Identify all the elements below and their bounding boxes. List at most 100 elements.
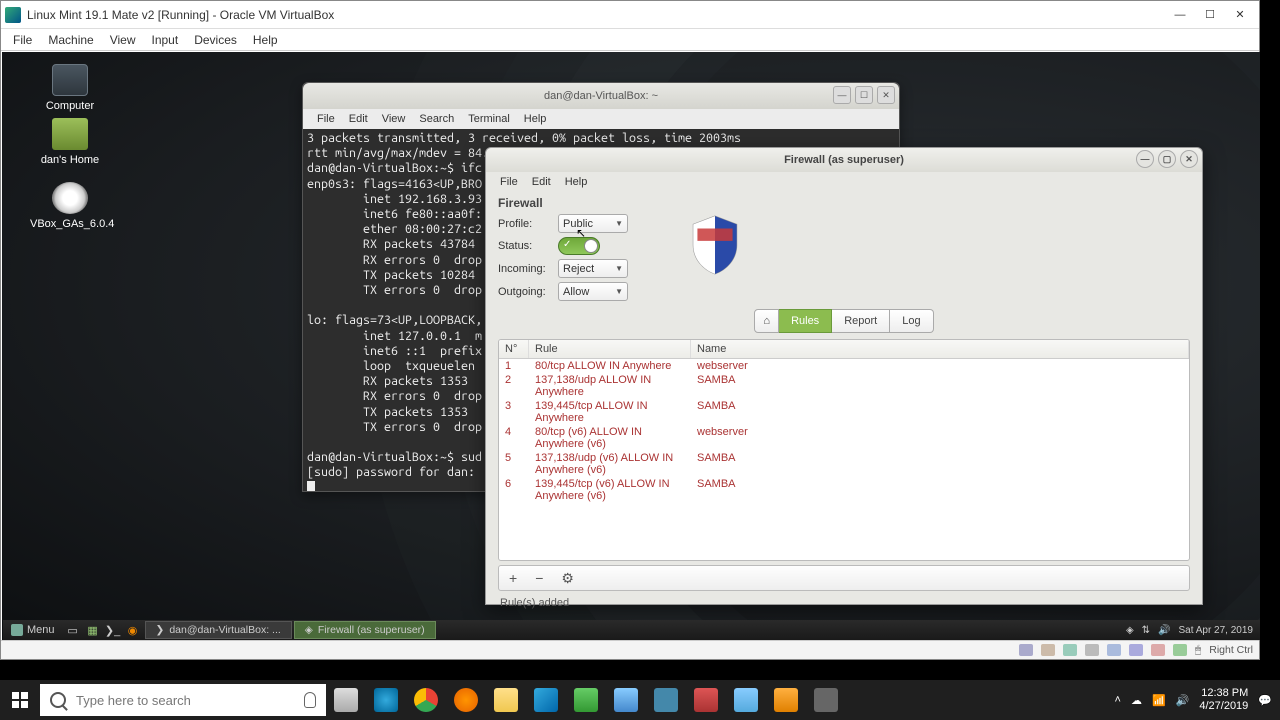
tray-clock[interactable]: Sat Apr 27, 2019 <box>1178 625 1253 636</box>
app-launcher[interactable] <box>686 680 726 720</box>
task-view-button[interactable] <box>326 680 366 720</box>
windows-start-button[interactable] <box>0 680 40 720</box>
desktop-icon-computer[interactable]: Computer <box>30 64 110 112</box>
vbox-menu-machine[interactable]: Machine <box>42 31 99 49</box>
vbox-recording-icon[interactable] <box>1151 644 1165 656</box>
tab-report[interactable]: Report <box>832 309 890 333</box>
terminal-titlebar[interactable]: dan@dan-VirtualBox: ~ — ☐ ✕ <box>303 83 899 109</box>
firewall-minimize-button[interactable]: — <box>1136 150 1154 168</box>
edge-launcher[interactable] <box>366 680 406 720</box>
taskbar-item-terminal[interactable]: ❯dan@dan-VirtualBox: ... <box>145 621 292 639</box>
tray-chevron-up-icon[interactable]: ˄ <box>1115 694 1121 706</box>
tray-network-icon[interactable]: 📶 <box>1152 694 1166 707</box>
table-row[interactable]: 480/tcp (v6) ALLOW IN Anywhere (v6)webse… <box>499 425 1189 451</box>
fw-menu-file[interactable]: File <box>494 174 524 190</box>
vbox-maximize-button[interactable]: ☐ <box>1195 5 1225 25</box>
vbox-display-icon[interactable] <box>1129 644 1143 656</box>
firewall-window: Firewall (as superuser) — ▢ ✕ File Edit … <box>485 147 1203 605</box>
tray-shield-icon[interactable]: ◈ <box>1126 625 1134 636</box>
chrome-launcher[interactable] <box>406 680 446 720</box>
term-menu-terminal[interactable]: Terminal <box>462 111 516 127</box>
linux-system-tray: ◈ ⇅ 🔊 Sat Apr 27, 2019 <box>1118 625 1260 636</box>
guest-desktop[interactable]: Computer dan's Home VBox_GAs_6.0.4 dan@d… <box>2 52 1260 640</box>
vbox-menu-input[interactable]: Input <box>146 31 185 49</box>
terminal-launcher[interactable]: ❯_ <box>103 621 123 639</box>
col-name[interactable]: Name <box>691 340 1189 358</box>
fw-menu-help[interactable]: Help <box>559 174 594 190</box>
tray-volume-icon[interactable]: 🔊 <box>1158 625 1170 636</box>
vbox-optical-icon[interactable] <box>1041 644 1055 656</box>
term-menu-file[interactable]: File <box>311 111 341 127</box>
firewall-shield-icon <box>688 214 742 276</box>
firefox-launcher[interactable] <box>446 680 486 720</box>
vbox-minimize-button[interactable]: — <box>1165 5 1195 25</box>
taskbar-item-firewall[interactable]: ◈Firewall (as superuser) <box>294 621 436 639</box>
remove-rule-button[interactable]: − <box>535 570 543 586</box>
show-desktop-button[interactable]: ▭ <box>63 621 83 639</box>
tray-volume-icon[interactable]: 🔊 <box>1176 694 1190 707</box>
vbox-mouse-integration-icon[interactable]: 🖱 <box>1195 644 1201 657</box>
tray-onedrive-icon[interactable]: ☁ <box>1131 694 1142 707</box>
vbox-shared-folder-icon[interactable] <box>1107 644 1121 656</box>
mint-menu-button[interactable]: Menu <box>3 621 63 639</box>
app-launcher[interactable] <box>526 680 566 720</box>
app-launcher[interactable] <box>606 680 646 720</box>
vbox-menu-help[interactable]: Help <box>247 31 284 49</box>
app-launcher[interactable] <box>806 680 846 720</box>
tray-network-icon[interactable]: ⇅ <box>1142 625 1150 636</box>
search-placeholder: Type here to search <box>76 693 191 708</box>
vbox-usb-icon[interactable] <box>1085 644 1099 656</box>
table-row[interactable]: 6139,445/tcp (v6) ALLOW IN Anywhere (v6)… <box>499 477 1189 503</box>
profile-dropdown[interactable]: Public▼ <box>558 214 628 233</box>
desktop-icon-home[interactable]: dan's Home <box>30 118 110 166</box>
table-row[interactable]: 180/tcp ALLOW IN Anywherewebserver <box>499 359 1189 373</box>
vbox-menu-view[interactable]: View <box>104 31 142 49</box>
col-rule[interactable]: Rule <box>529 340 691 358</box>
windows-clock[interactable]: 12:38 PM 4/27/2019 <box>1199 687 1248 713</box>
desktop-icon-vbox-additions[interactable]: VBox_GAs_6.0.4 <box>30 182 110 230</box>
file-explorer-launcher[interactable] <box>486 680 526 720</box>
app-launcher[interactable] <box>726 680 766 720</box>
app-launcher[interactable] <box>646 680 686 720</box>
vbox-close-button[interactable]: ✕ <box>1225 5 1255 25</box>
add-rule-button[interactable]: + <box>509 570 517 586</box>
outgoing-dropdown[interactable]: Allow▼ <box>558 282 628 301</box>
microphone-icon[interactable] <box>304 692 316 708</box>
rule-settings-button[interactable]: ⚙ <box>561 570 574 587</box>
notifications-icon[interactable]: 💬 <box>1258 694 1272 707</box>
firewall-titlebar[interactable]: Firewall (as superuser) — ▢ ✕ <box>486 148 1202 172</box>
table-row[interactable]: 2137,138/udp ALLOW IN AnywhereSAMBA <box>499 373 1189 399</box>
term-menu-search[interactable]: Search <box>413 111 460 127</box>
firewall-maximize-button[interactable]: ▢ <box>1158 150 1176 168</box>
table-row[interactable]: 3139,445/tcp ALLOW IN AnywhereSAMBA <box>499 399 1189 425</box>
vbox-network-icon[interactable] <box>1063 644 1077 656</box>
terminal-close-button[interactable]: ✕ <box>877 86 895 104</box>
term-menu-help[interactable]: Help <box>518 111 553 127</box>
task-view-icon <box>334 688 358 712</box>
firefox-launcher[interactable]: ◉ <box>123 621 143 639</box>
vbox-cpu-icon[interactable] <box>1173 644 1187 656</box>
vbox-disk-icon[interactable] <box>1019 644 1033 656</box>
terminal-icon: ❯ <box>156 624 165 636</box>
term-menu-edit[interactable]: Edit <box>343 111 374 127</box>
firewall-close-button[interactable]: ✕ <box>1180 150 1198 168</box>
vbox-menu-file[interactable]: File <box>7 31 38 49</box>
incoming-label: Incoming: <box>498 263 558 275</box>
table-row[interactable]: 5137,138/udp (v6) ALLOW IN Anywhere (v6)… <box>499 451 1189 477</box>
tab-home[interactable]: ⌂ <box>754 309 779 333</box>
file-manager-launcher[interactable]: ▦ <box>83 621 103 639</box>
terminal-maximize-button[interactable]: ☐ <box>855 86 873 104</box>
tab-log[interactable]: Log <box>890 309 933 333</box>
app-launcher[interactable] <box>766 680 806 720</box>
tab-rules[interactable]: Rules <box>779 309 832 333</box>
incoming-dropdown[interactable]: Reject▼ <box>558 259 628 278</box>
windows-search-box[interactable]: Type here to search <box>40 684 326 716</box>
vbox-titlebar[interactable]: Linux Mint 19.1 Mate v2 [Running] - Orac… <box>1 1 1259 29</box>
terminal-minimize-button[interactable]: — <box>833 86 851 104</box>
fw-menu-edit[interactable]: Edit <box>526 174 557 190</box>
vbox-menu-devices[interactable]: Devices <box>188 31 243 49</box>
col-number[interactable]: N° <box>499 340 529 358</box>
app-launcher[interactable] <box>566 680 606 720</box>
term-menu-view[interactable]: View <box>376 111 412 127</box>
status-toggle[interactable] <box>558 237 600 255</box>
